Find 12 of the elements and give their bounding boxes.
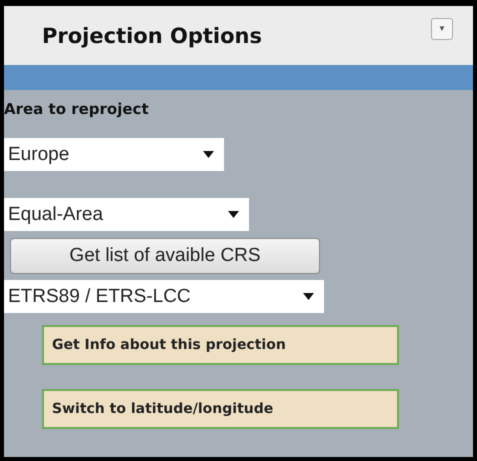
list-crs-button[interactable]: Get list of avaible CRS [10, 238, 320, 274]
caret-icon [203, 151, 214, 158]
caret-icon [228, 211, 239, 218]
collapse-button[interactable]: ▼ [431, 18, 453, 40]
action-button[interactable]: Switch to latitude/longitude [42, 389, 399, 429]
caret-icon [303, 293, 314, 300]
panel-title: Projection Options [42, 24, 262, 48]
action-button[interactable]: Get Info about this projection [42, 325, 399, 365]
dropdown-select[interactable]: Equal-Area [4, 198, 249, 231]
dropdown-select[interactable]: Europe [4, 138, 224, 171]
dropdown-select[interactable]: ETRS89 / ETRS-LCC [4, 280, 324, 313]
section-label: Area to reproject [4, 100, 149, 118]
